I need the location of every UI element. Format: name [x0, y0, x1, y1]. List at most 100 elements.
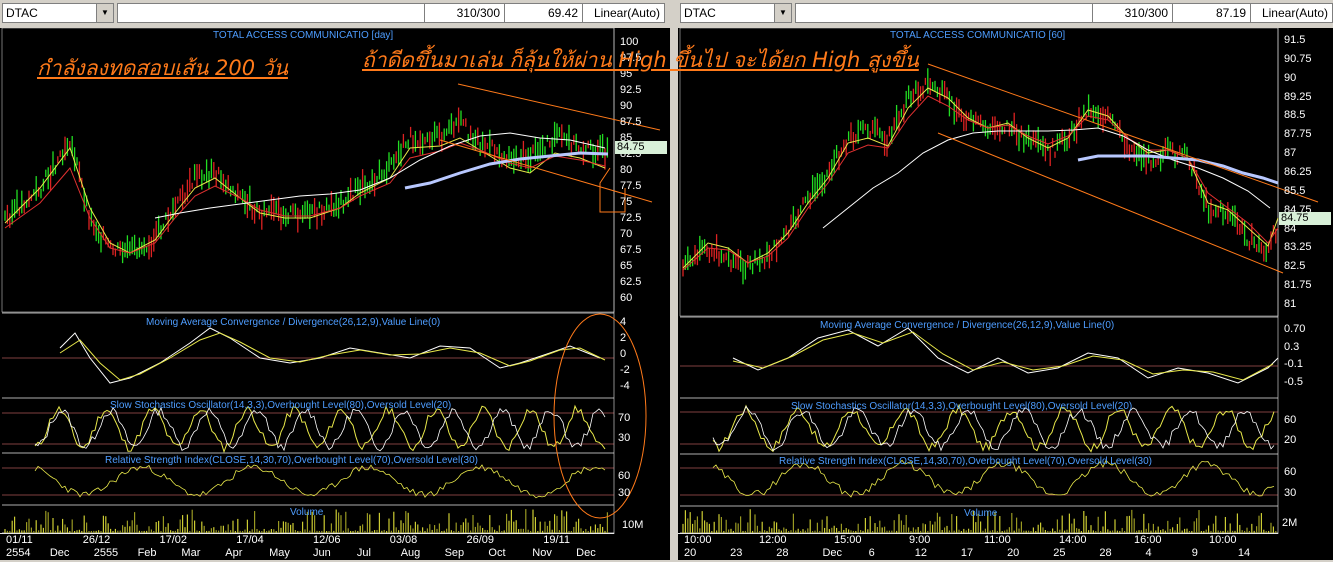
time-tick-label: 10:00 [684, 534, 712, 546]
volume-title: Volume [964, 508, 998, 519]
axis-tick-label: 0.3 [1284, 340, 1300, 353]
last-price-label: 84.75 [1279, 212, 1331, 225]
rsi-title: Relative Strength Index(CLOSE,14,30,70),… [779, 456, 1152, 467]
macd-title: Moving Average Convergence / Divergence(… [820, 320, 1115, 331]
time-tick-label: 15:00 [834, 534, 862, 546]
time-tick-label: Aug [400, 547, 421, 559]
macd-signal-line [59, 332, 606, 381]
channel-top-line [927, 63, 1319, 203]
symbol-value: DTAC [684, 6, 716, 20]
chart-toolbar: DTAC ▼ 310/300 69.42 Linear(Auto) [0, 0, 670, 28]
axis-tick-label: 70 [620, 228, 633, 240]
axis-tick-label: 80 [620, 164, 633, 176]
scale-mode[interactable]: Linear(Auto) [582, 4, 664, 22]
time-tick-label: 2555 [93, 547, 119, 559]
axis-tick-label: -0.1 [1284, 358, 1303, 371]
axis-tick-label: 4 [620, 316, 627, 328]
hourly-chart-canvas [679, 28, 1319, 534]
symbol-select[interactable]: DTAC ▼ [2, 3, 114, 23]
time-tick-label: 17/04 [236, 534, 264, 546]
time-tick-label: 28 [776, 547, 789, 559]
current-price: 69.42 [504, 4, 582, 22]
highlight-circle [553, 313, 647, 519]
time-tick-label: 17 [960, 547, 974, 559]
axis-tick-label: 87.5 [620, 116, 642, 128]
chart-title: TOTAL ACCESS COMMUNICATIO [day] [213, 30, 394, 41]
last-price-label: 84.75 [615, 141, 667, 154]
time-tick-label: 4 [1145, 547, 1152, 559]
axis-tick-label: 81.75 [1284, 279, 1312, 292]
current-price: 87.19 [1172, 4, 1250, 22]
axis-tick-label: 90 [1284, 71, 1297, 84]
panel-splitter[interactable] [670, 0, 678, 560]
volume-axis-label: 10M [622, 519, 644, 531]
axis-tick-label: 90 [620, 100, 633, 112]
time-tick-label: Mar [181, 547, 201, 559]
symbol-value: DTAC [6, 6, 38, 20]
axis-tick-label: 62.5 [620, 276, 642, 288]
time-tick-label: 28 [1099, 547, 1112, 559]
rsi-title: Relative Strength Index(CLOSE,14,30,70),… [105, 455, 478, 466]
axis-tick-label: 65 [620, 260, 633, 272]
time-tick-label: 01/11 [6, 534, 33, 546]
dropdown-arrow-icon[interactable]: ▼ [96, 4, 113, 22]
axis-tick-label: 30 [618, 487, 631, 499]
axis-tick-label: 30 [618, 432, 631, 444]
time-tick-label: Oct [488, 547, 506, 559]
time-tick-label: 14 [1237, 547, 1251, 559]
volume-axis-label: 2M [1282, 517, 1298, 529]
axis-tick-label: 72.5 [620, 212, 642, 224]
chart-panel-60min[interactable]: DTAC ▼ 310/300 87.19 Linear(Auto) TOTAL … [362, 0, 1333, 560]
axis-tick-label: 60 [1284, 414, 1297, 426]
volume-title: Volume [290, 507, 324, 518]
axis-tick-label: 85.5 [1284, 184, 1306, 197]
bar-count: 310/300 [1092, 4, 1172, 22]
channel-bottom-line [937, 132, 1284, 274]
time-tick-label: Nov [532, 547, 552, 559]
axis-tick-label: 89.25 [1284, 90, 1312, 103]
chart-panel-daily[interactable]: DTAC ▼ 310/300 69.42 Linear(Auto) TOTAL … [0, 0, 670, 560]
chart-info-bar: 310/300 69.42 Linear(Auto) [117, 3, 665, 23]
time-tick-label: Apr [225, 547, 243, 559]
dropdown-arrow-icon[interactable]: ▼ [774, 4, 791, 22]
stoch-title: Slow Stochastics Oscillator(14,3,3),Over… [791, 401, 1133, 412]
time-tick-label: 03/08 [389, 534, 418, 546]
macd-title: Moving Average Convergence / Divergence(… [146, 317, 441, 328]
time-tick-label: Jun [313, 547, 331, 559]
axis-tick-label: -0.5 [1284, 376, 1303, 388]
axis-tick-label: 81 [1284, 298, 1297, 310]
axis-tick-label: 83.25 [1284, 241, 1312, 254]
axis-tick-label: 86.25 [1284, 166, 1312, 178]
time-tick-label: 12 [914, 547, 928, 559]
axis-tick-label: 70 [618, 412, 631, 424]
scale-mode[interactable]: Linear(Auto) [1250, 4, 1332, 22]
axis-tick-label: 60 [618, 470, 631, 482]
time-tick-label: 12:00 [759, 534, 787, 546]
time-tick-label: 16:00 [1134, 534, 1162, 546]
annotation-text: ถ้าดีดขึ้นมาเล่น ก็ลุ้นให้ผ่าน High ขึ้น… [362, 48, 919, 72]
time-tick-label: 26/09 [466, 534, 495, 546]
chart-info-bar: 310/300 87.19 Linear(Auto) [795, 3, 1333, 23]
axis-tick-label: 30 [1284, 487, 1297, 499]
time-tick-label: 9:00 [909, 534, 931, 546]
axis-tick-label: 77.5 [620, 180, 642, 192]
time-tick-label: 6 [868, 547, 875, 559]
axis-tick-label: 82.5 [1284, 260, 1306, 273]
time-tick-label: 12/06 [313, 534, 341, 546]
time-tick-label: Feb [137, 547, 157, 559]
axis-tick-label: 91.5 [1284, 34, 1306, 46]
time-tick-label: 19/11 [543, 534, 570, 546]
axis-tick-label: 0 [620, 348, 627, 360]
bar-count: 310/300 [424, 4, 504, 22]
time-tick-label: 26/12 [82, 534, 111, 546]
axis-tick-label: 67.5 [620, 244, 642, 256]
axis-tick-label: -2 [620, 364, 630, 376]
daily-chart-canvas [1, 28, 661, 534]
axis-tick-label: 75 [620, 196, 633, 208]
time-tick-label: 23 [730, 547, 743, 559]
time-tick-label: 25 [1053, 547, 1066, 559]
symbol-select[interactable]: DTAC ▼ [680, 3, 792, 23]
time-tick-label: 11:00 [984, 534, 1011, 546]
macd-signal-line [732, 331, 1274, 381]
axis-tick-label: 88.5 [1284, 109, 1306, 122]
